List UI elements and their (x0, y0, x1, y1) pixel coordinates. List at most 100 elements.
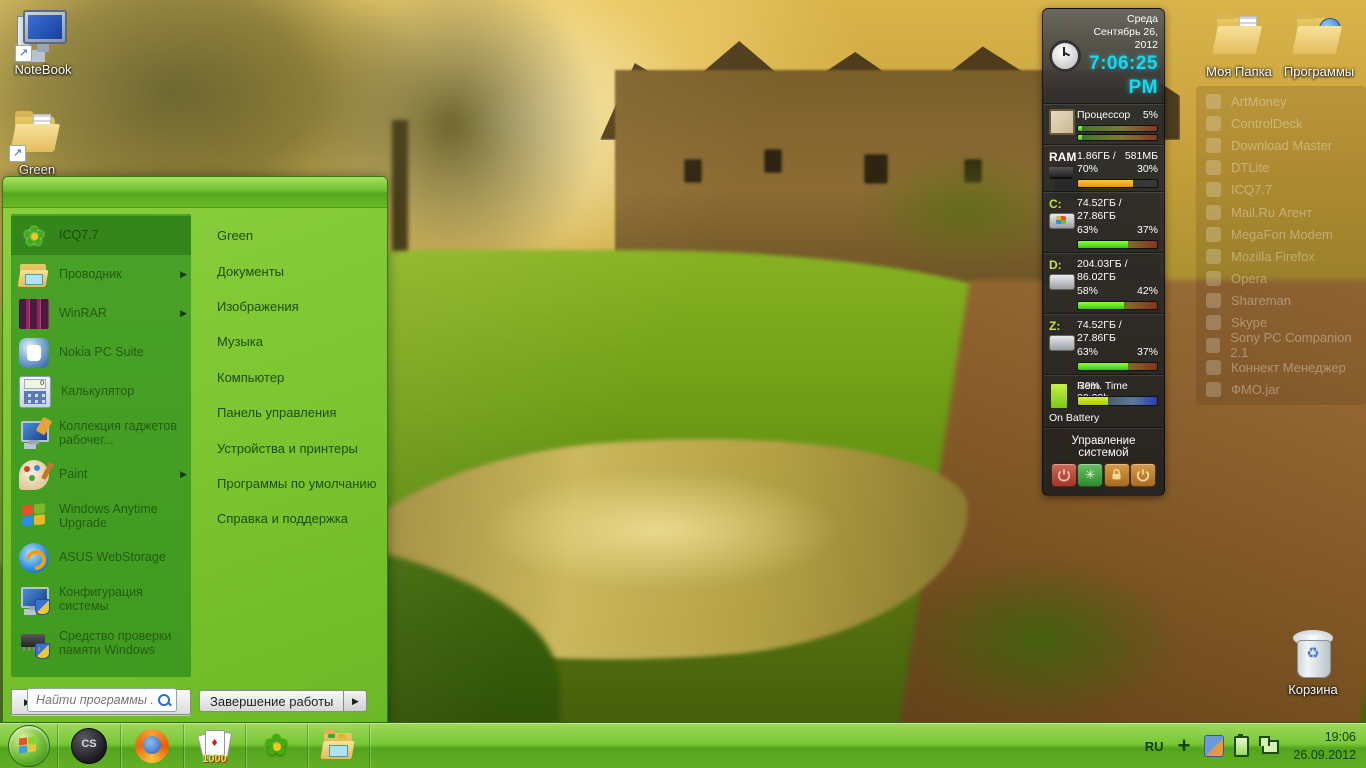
arrow-icon: ▶ (351, 695, 359, 706)
start-menu-pictures[interactable]: Изображения (199, 289, 381, 324)
computer-icon: ↗ (15, 8, 69, 62)
desktop-icon-green[interactable]: ↗ Green (0, 108, 80, 177)
ghost-list-item[interactable]: ФМО.jar (1196, 378, 1366, 400)
shutdown-options-arrow[interactable]: ▶ (344, 690, 368, 712)
item-label: Конфигурация системы (59, 584, 143, 613)
start-menu-default-programs[interactable]: Программы по умолчанию (199, 466, 381, 501)
start-menu-item-anytime-upgrade[interactable]: Windows Anytime Upgrade (11, 494, 191, 538)
start-menu-help-support[interactable]: Справка и поддержка (199, 501, 381, 536)
gadget-date: Сентябрь 26, 2012 (1093, 26, 1158, 52)
desktop-icon-programs[interactable]: Программы (1276, 10, 1362, 79)
taskbar-item-card-game[interactable]: ♦ ♦ ♦ 1000 (184, 724, 246, 768)
power-icon (1057, 468, 1071, 482)
start-menu-computer[interactable]: Компьютер (199, 360, 381, 395)
item-label: Документы (217, 263, 285, 279)
app-icon (1206, 359, 1221, 375)
system-config-icon (19, 584, 50, 615)
ghost-list-item[interactable]: MegaFon Modem (1196, 223, 1366, 245)
gadget-drive-c-section: C: 74.52ГБ / 27.86ГБ 63% 37% (1043, 191, 1164, 253)
item-label: Green (217, 228, 254, 244)
ghost-item-label: MegaFon Modem (1231, 226, 1333, 242)
ram-label: RAM (1049, 149, 1077, 164)
start-menu-control-panel[interactable]: Панель управления (199, 395, 381, 430)
start-menu-devices-printers[interactable]: Устройства и принтеры (199, 430, 381, 465)
start-menu-user-folder[interactable]: Green (199, 218, 381, 253)
ram-free: 581МБ (1124, 149, 1158, 162)
tray-network-icon[interactable] (1259, 736, 1280, 756)
windows-flag-icon (19, 501, 49, 531)
restart-button[interactable]: ✳ (1077, 462, 1104, 487)
ghost-list-item[interactable]: Sony PC Companion 2.1 (1196, 330, 1366, 360)
ghost-list-item[interactable]: Opera (1196, 268, 1366, 290)
app-icon (1206, 382, 1221, 398)
ghost-item-label: Shareman (1231, 293, 1291, 309)
standby-power-icon (1136, 468, 1150, 482)
gadget-clock-section: Среда Сентябрь 26, 2012 7:06:25 PM (1043, 9, 1164, 104)
start-button[interactable] (0, 724, 58, 768)
item-label: Nokia PC Suite (59, 345, 144, 360)
ghost-item-label: Mozilla Firefox (1231, 248, 1315, 264)
item-label: Программы по умолчанию (217, 475, 377, 491)
app-icon (1206, 204, 1221, 220)
search-icon[interactable] (158, 694, 170, 706)
item-label: Paint (59, 467, 88, 482)
start-menu-item-gadgets[interactable]: Коллекция гаджетов рабочег... (11, 411, 191, 455)
ghost-item-label: Skype (1231, 315, 1268, 331)
submenu-arrow-icon: ▶ (180, 469, 187, 479)
tray-battery-icon[interactable] (1234, 733, 1250, 757)
taskbar-item-icq[interactable]: ✿ (246, 724, 308, 768)
ghost-item-label: ФМО.jar (1231, 382, 1280, 398)
ghost-list-item[interactable]: Mail.Ru Агент (1196, 201, 1366, 223)
search-input[interactable] (28, 693, 158, 707)
ghost-list-item[interactable]: ControlDeck (1196, 112, 1366, 134)
language-indicator[interactable]: RU (1145, 739, 1164, 754)
standby-button[interactable] (1129, 462, 1156, 487)
start-menu-documents[interactable]: Документы (199, 253, 381, 288)
ghost-list-item[interactable]: DTLite (1196, 157, 1366, 179)
clock-time: 19:06 (1324, 729, 1356, 744)
ghost-item-label: Mail.Ru Агент (1231, 204, 1313, 220)
start-menu-item-nokia[interactable]: Nokia PC Suite (11, 333, 191, 372)
app-icon (1206, 137, 1221, 153)
desktop-icon-notebook[interactable]: ↗ NoteBook (0, 8, 86, 77)
ghost-list-item[interactable]: ArtMoney (1196, 90, 1366, 112)
start-menu-music[interactable]: Музыка (199, 324, 381, 359)
start-menu-item-memory-check[interactable]: Средство проверки памяти Windows (11, 621, 191, 665)
shutdown-button[interactable]: Завершение работы (199, 690, 345, 712)
ghost-list-item[interactable]: Mozilla Firefox (1196, 245, 1366, 267)
desktop-icon-recycle-bin[interactable]: ♻ Корзина (1270, 628, 1356, 697)
item-label: WinRAR (59, 306, 107, 321)
taskbar-item-firefox[interactable] (121, 724, 184, 768)
icq-flower-icon: ✿ (260, 729, 294, 763)
counter-strike-icon (71, 728, 107, 764)
start-menu-item-paint[interactable]: Paint ▶ (11, 455, 191, 494)
drive-used-pct: 63% (1077, 224, 1099, 237)
start-menu-item-asus-webstorage[interactable]: ASUS WebStorage (11, 538, 191, 577)
item-label: ICQ7.7 (59, 228, 99, 243)
start-menu-item-winrar[interactable]: WinRAR ▶ (11, 294, 191, 333)
item-label: Коллекция гаджетов рабочег... (59, 418, 177, 447)
ghost-list-item[interactable]: ICQ7.7 (1196, 179, 1366, 201)
search-box[interactable] (27, 688, 177, 712)
desktop-icon-my-folder[interactable]: Моя Папка (1196, 10, 1282, 79)
lock-button[interactable] (1103, 462, 1130, 487)
show-hidden-icons-button[interactable]: + (1178, 735, 1191, 757)
start-menu-item-calculator[interactable]: Калькулятор (11, 372, 191, 411)
start-menu-item-explorer[interactable]: Проводник ▶ (11, 255, 191, 294)
taskbar-item-explorer[interactable] (308, 724, 370, 768)
drive-z-icon (1049, 334, 1075, 351)
taskbar-item-counter-strike[interactable] (58, 724, 121, 768)
ghost-list-item[interactable]: Download Master (1196, 134, 1366, 156)
ghost-list-item[interactable]: Коннект Менеджер (1196, 356, 1366, 378)
taskbar-clock[interactable]: 19:06 26.09.2012 (1293, 728, 1356, 764)
tray-app-icon[interactable] (1204, 735, 1225, 757)
ghost-list-item[interactable]: Shareman (1196, 290, 1366, 312)
gadget-time: 7:06:25 PM (1089, 53, 1158, 99)
submenu-arrow-icon: ▶ (180, 308, 187, 318)
shutdown-button[interactable] (1051, 462, 1077, 487)
gadget-cpu-section: Процессор 5% (1043, 103, 1164, 145)
drive-used-pct: 63% (1077, 345, 1099, 358)
start-menu-item-icq[interactable]: ✿ ICQ7.7 (11, 216, 191, 255)
app-icon (1206, 293, 1221, 309)
start-menu-item-system-config[interactable]: Конфигурация системы (11, 577, 191, 621)
